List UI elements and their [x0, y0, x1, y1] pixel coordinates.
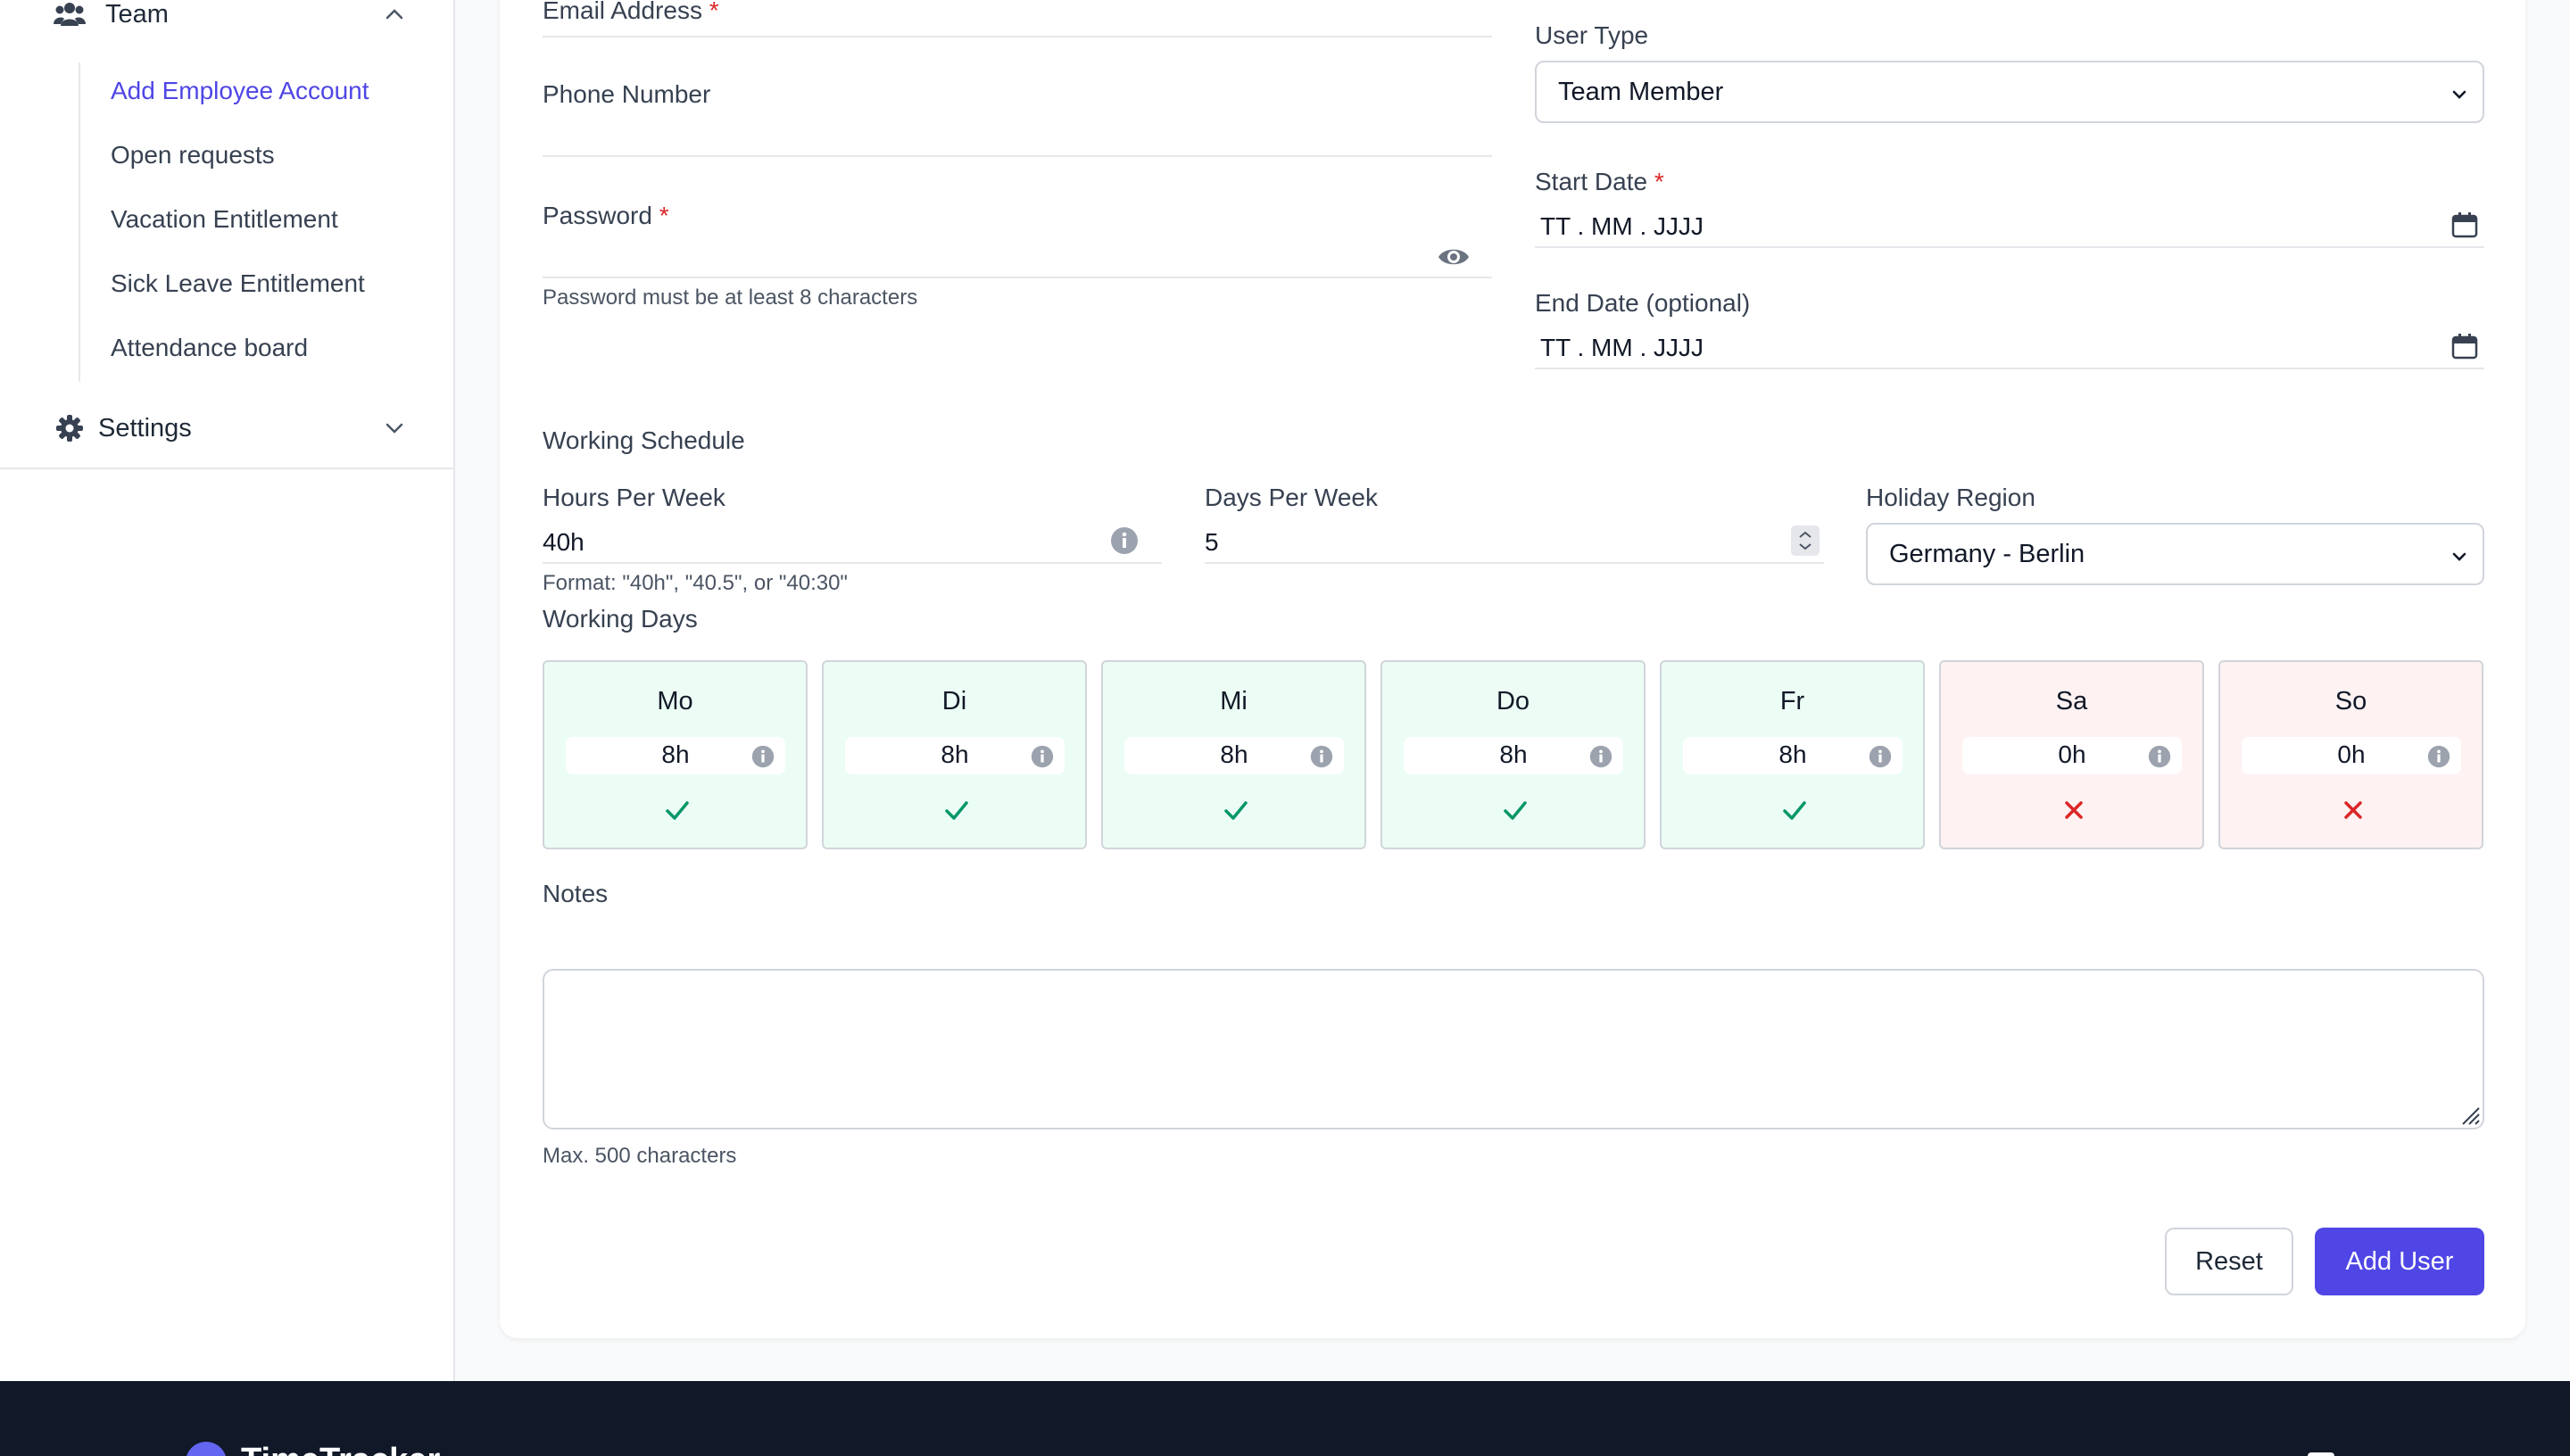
check-icon[interactable] [1501, 796, 1530, 824]
eye-icon[interactable] [1437, 244, 1471, 269]
info-icon[interactable] [751, 745, 775, 768]
working-day-card[interactable]: Mi 8h [1101, 660, 1366, 849]
working-day-card[interactable]: Mo 8h [543, 660, 808, 849]
hours-per-week-input[interactable]: 40h [543, 528, 584, 557]
notes-textarea[interactable] [543, 969, 2484, 1129]
password-label: Password * [543, 202, 669, 229]
hours-per-week-underline [543, 558, 1162, 564]
days-per-week-underline [1205, 558, 1824, 564]
holiday-region-label: Holiday Region [1866, 484, 2035, 511]
day-name: Di [941, 687, 967, 716]
info-icon[interactable] [1110, 526, 1139, 555]
chevron-down-icon [2449, 83, 2470, 104]
working-schedule-heading: Working Schedule [543, 426, 745, 454]
check-icon[interactable] [1222, 796, 1250, 824]
number-stepper[interactable] [1790, 525, 1820, 557]
chevron-down-icon[interactable] [378, 412, 410, 444]
reset-button[interactable]: Reset [2165, 1228, 2293, 1295]
sidebar-item-attendance-board[interactable]: Attendance board [111, 334, 308, 362]
hours-per-week-help: Format: "40h", "40.5", or "40:30" [543, 571, 848, 595]
day-hours-input[interactable]: 8h [1124, 737, 1344, 774]
info-icon[interactable] [1031, 745, 1054, 768]
sidebar: Team Add Employee Account Open requests … [0, 0, 455, 1381]
day-hours-input[interactable]: 8h [845, 737, 1065, 774]
info-icon[interactable] [2148, 745, 2171, 768]
sidebar-item-vacation-entitlement[interactable]: Vacation Entitlement [111, 205, 338, 234]
start-date-underline [1535, 243, 2484, 248]
info-icon[interactable] [2427, 745, 2450, 768]
password-field[interactable] [543, 273, 1492, 278]
day-name: Mi [1220, 687, 1248, 716]
days-per-week-input[interactable]: 5 [1205, 528, 1219, 557]
check-icon[interactable] [942, 796, 971, 824]
holiday-region-select[interactable]: Germany - Berlin [1866, 523, 2484, 585]
resize-handle-icon[interactable] [2458, 1103, 2481, 1126]
footer-brand: TimeTracker [241, 1442, 440, 1456]
password-help: Password must be at least 8 characters [543, 285, 918, 310]
working-day-card[interactable]: Sa 0h [1939, 660, 2204, 849]
day-name: Sa [2055, 687, 2088, 716]
sidebar-item-add-employee-account[interactable]: Add Employee Account [111, 77, 369, 105]
info-icon[interactable] [1589, 745, 1612, 768]
chevron-down-icon [2449, 545, 2470, 567]
day-name: Fr [1779, 687, 1805, 716]
info-icon[interactable] [1310, 745, 1333, 768]
end-date-input[interactable]: TT . MM . JJJJ [1540, 334, 1704, 362]
end-date-label: End Date (optional) [1535, 289, 1751, 317]
day-hours-input[interactable]: 8h [1404, 737, 1623, 774]
notes-help: Max. 500 characters [543, 1144, 737, 1168]
days-per-week-label: Days Per Week [1205, 484, 1378, 511]
end-date-underline [1535, 364, 2484, 369]
start-date-input[interactable]: TT . MM . JJJJ [1540, 212, 1704, 241]
sidebar-divider [0, 467, 455, 469]
check-icon[interactable] [663, 796, 692, 824]
start-date-label: Start Date * [1535, 168, 1664, 195]
working-day-card[interactable]: So 0h [2218, 660, 2483, 849]
working-day-card[interactable]: Do 8h [1380, 660, 1646, 849]
user-type-label: User Type [1535, 21, 1649, 49]
working-day-card[interactable]: Di 8h [822, 660, 1087, 849]
phone-label: Phone Number [543, 80, 711, 108]
working-days-heading: Working Days [543, 605, 698, 633]
hours-per-week-label: Hours Per Week [543, 484, 725, 511]
chevron-up-icon[interactable] [378, 0, 410, 30]
sidebar-item-open-requests[interactable]: Open requests [111, 141, 275, 170]
footer: TimeTracker [0, 1381, 2570, 1456]
email-label: Email Address * [543, 0, 719, 24]
team-subnav: Add Employee Account Open requests Vacat… [79, 62, 435, 382]
footer-link[interactable] [2308, 1452, 2334, 1456]
add-user-button[interactable]: Add User [2315, 1228, 2484, 1295]
day-hours-input[interactable]: 0h [2242, 737, 2461, 774]
sidebar-item-sick-leave-entitlement[interactable]: Sick Leave Entitlement [111, 269, 365, 298]
user-type-select[interactable]: Team Member [1535, 61, 2484, 123]
day-hours-input[interactable]: 8h [566, 737, 785, 774]
email-field[interactable] [543, 32, 1492, 37]
day-hours-input[interactable]: 0h [1962, 737, 2182, 774]
x-icon[interactable] [2339, 796, 2367, 824]
calendar-icon[interactable] [2450, 332, 2479, 360]
day-name: Do [1496, 687, 1530, 716]
add-user-form: Email Address * Phone Number Password * … [500, 0, 2525, 1338]
phone-field[interactable] [543, 152, 1492, 157]
sidebar-group-settings[interactable]: Settings [54, 412, 410, 444]
sidebar-group-team[interactable]: Team [54, 0, 410, 30]
notes-label: Notes [543, 880, 609, 907]
holiday-region-value: Germany - Berlin [1889, 539, 2085, 568]
calendar-icon[interactable] [2450, 211, 2479, 239]
working-day-card[interactable]: Fr 8h [1660, 660, 1925, 849]
day-name: Mo [657, 687, 693, 716]
sidebar-group-team-label: Team [105, 0, 169, 29]
day-hours-input[interactable]: 8h [1683, 737, 1903, 774]
x-icon[interactable] [2060, 796, 2088, 824]
user-type-value: Team Member [1558, 77, 1724, 106]
info-icon[interactable] [1869, 745, 1892, 768]
sidebar-group-settings-label: Settings [98, 413, 192, 443]
logo-icon [186, 1442, 227, 1456]
check-icon[interactable] [1780, 796, 1809, 824]
day-name: So [2334, 687, 2367, 716]
gear-icon [54, 412, 86, 444]
users-icon [54, 0, 86, 30]
